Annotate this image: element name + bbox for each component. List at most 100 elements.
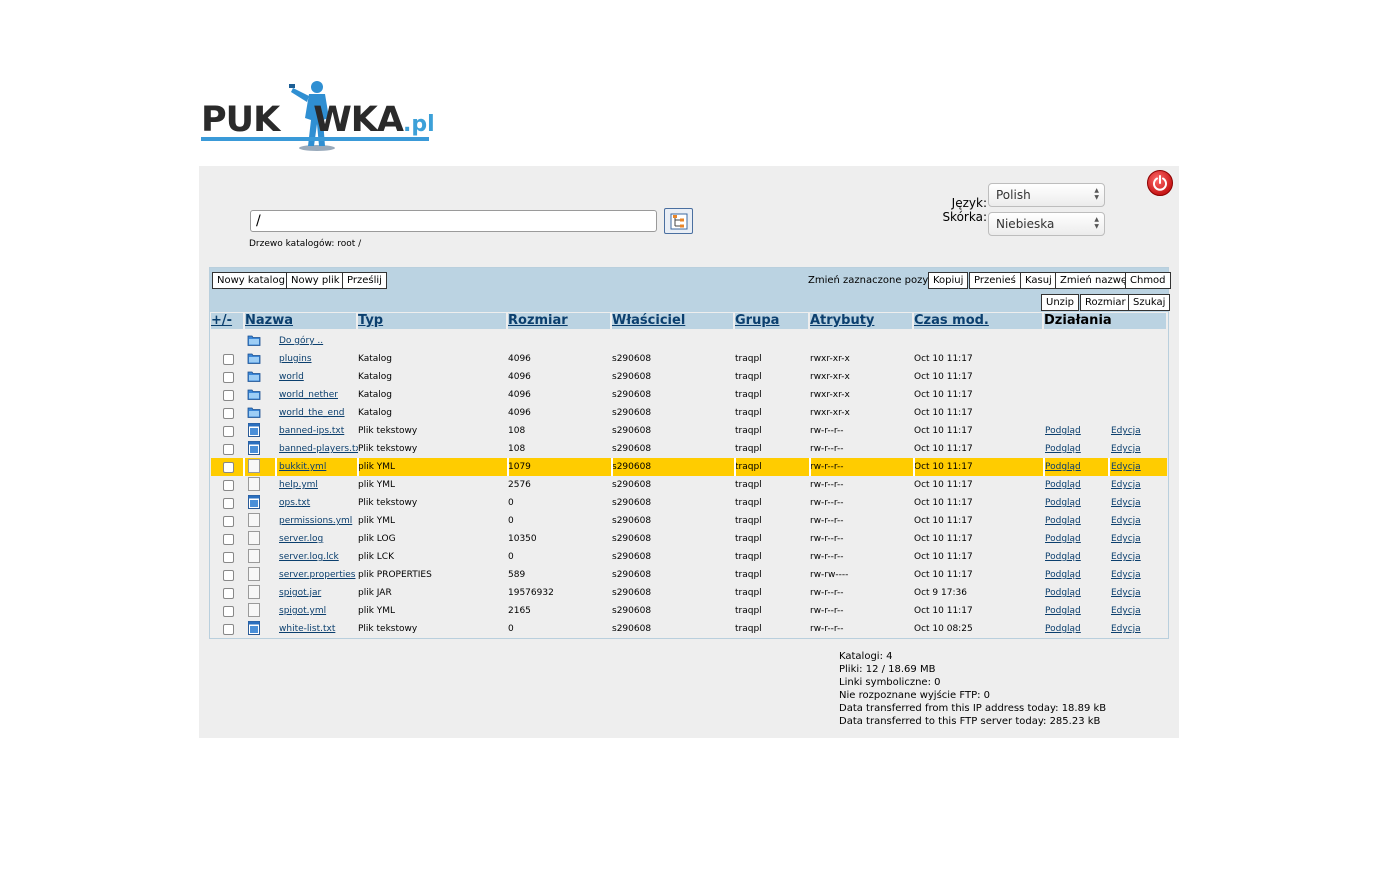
file-name-link[interactable]: world_nether xyxy=(279,390,338,400)
directory-path-input[interactable]: / xyxy=(250,210,657,232)
file-name-link[interactable]: world_the_end xyxy=(279,408,345,418)
row-checkbox[interactable] xyxy=(223,390,234,401)
copy-button[interactable]: Kopiuj xyxy=(928,272,969,289)
sort-name-link[interactable]: Nazwa xyxy=(245,313,293,328)
table-row[interactable]: banned-ips.txt Plik tekstowy 108 s290608 tra… xyxy=(211,422,1167,440)
row-checkbox[interactable] xyxy=(223,426,234,437)
edit-link[interactable]: Edycja xyxy=(1111,462,1141,472)
table-row[interactable]: world_the_end Katalog 4096 s290608 traqpl rwx… xyxy=(211,404,1167,422)
upload-button[interactable]: Prześlij xyxy=(342,272,387,289)
table-row[interactable]: ops.txt Plik tekstowy 0 s290608 traqpl rw-r--… xyxy=(211,494,1167,512)
table-row[interactable]: world Katalog 4096 s290608 traqpl rwxr-xr-x Oc… xyxy=(211,368,1167,386)
row-checkbox[interactable] xyxy=(223,480,234,491)
file-name-link[interactable]: plugins xyxy=(279,354,312,364)
logout-button[interactable] xyxy=(1147,170,1173,196)
header-name[interactable]: Nazwa xyxy=(245,313,356,329)
edit-link[interactable]: Edycja xyxy=(1111,534,1141,544)
view-link[interactable]: Podgląd xyxy=(1045,552,1081,562)
view-link[interactable]: Podgląd xyxy=(1045,624,1081,634)
file-name-link[interactable]: white-list.txt xyxy=(279,624,335,634)
view-link[interactable]: Podgląd xyxy=(1045,426,1081,436)
view-link[interactable]: Podgląd xyxy=(1045,462,1081,472)
file-name-link[interactable]: bukkit.yml xyxy=(279,462,326,472)
table-row[interactable]: help.yml plik YML 2576 s290608 traqpl rw-r--r… xyxy=(211,476,1167,494)
edit-link[interactable]: Edycja xyxy=(1111,426,1141,436)
row-checkbox[interactable] xyxy=(223,570,234,581)
sort-type-link[interactable]: Typ xyxy=(358,313,383,328)
file-name-link[interactable]: server.log xyxy=(279,534,323,544)
sort-attrs-link[interactable]: Atrybuty xyxy=(810,313,874,328)
edit-link[interactable]: Edycja xyxy=(1111,516,1141,526)
file-name-link[interactable]: spigot.jar xyxy=(279,588,321,598)
view-link[interactable]: Podgląd xyxy=(1045,498,1081,508)
edit-link[interactable]: Edycja xyxy=(1111,606,1141,616)
unzip-button[interactable]: Unzip xyxy=(1041,294,1080,311)
sort-group-link[interactable]: Grupa xyxy=(735,313,779,328)
file-name-link[interactable]: banned-players.txt xyxy=(279,444,358,454)
edit-link[interactable]: Edycja xyxy=(1111,624,1141,634)
sort-size-link[interactable]: Rozmiar xyxy=(508,313,568,328)
search-button[interactable]: Szukaj xyxy=(1128,294,1171,311)
file-name-link[interactable]: world xyxy=(279,372,304,382)
up-directory-link[interactable]: Do góry .. xyxy=(279,336,323,346)
row-checkbox[interactable] xyxy=(223,354,234,365)
row-checkbox[interactable] xyxy=(223,444,234,455)
view-link[interactable]: Podgląd xyxy=(1045,606,1081,616)
view-link[interactable]: Podgląd xyxy=(1045,588,1081,598)
header-toggle[interactable]: +/- xyxy=(211,313,243,329)
file-name-link[interactable]: banned-ips.txt xyxy=(279,426,344,436)
size-button[interactable]: Rozmiar xyxy=(1080,294,1131,311)
chmod-button[interactable]: Chmod xyxy=(1125,272,1171,289)
sort-mtime-link[interactable]: Czas mod. xyxy=(914,313,989,328)
directory-tree-button[interactable] xyxy=(664,208,693,234)
new-directory-button[interactable]: Nowy katalog xyxy=(212,272,290,289)
header-owner[interactable]: Właściciel xyxy=(612,313,733,329)
file-name-link[interactable]: permissions.yml xyxy=(279,516,352,526)
file-name-link[interactable]: server.properties xyxy=(279,570,355,580)
skin-select[interactable]: Niebieska ▲ ▼ xyxy=(988,212,1105,236)
table-row[interactable]: server.log plik LOG 10350 s290608 traqpl rw-r… xyxy=(211,530,1167,548)
row-checkbox[interactable] xyxy=(223,624,234,635)
header-type[interactable]: Typ xyxy=(358,313,506,329)
view-link[interactable]: Podgląd xyxy=(1045,444,1081,454)
row-checkbox[interactable] xyxy=(223,498,234,509)
table-row[interactable]: permissions.yml plik YML 0 s290608 traqpl rw-… xyxy=(211,512,1167,530)
file-name-link[interactable]: server.log.lck xyxy=(279,552,339,562)
view-link[interactable]: Podgląd xyxy=(1045,570,1081,580)
header-mtime[interactable]: Czas mod. xyxy=(914,313,1042,329)
table-row[interactable]: bukkit.yml plik YML 1079 s290608 traqpl rw-r-… xyxy=(211,458,1167,476)
new-file-button[interactable]: Nowy plik xyxy=(286,272,345,289)
tree-root-link[interactable]: root xyxy=(337,239,355,249)
row-checkbox[interactable] xyxy=(223,516,234,527)
table-row[interactable]: server.log.lck plik LCK 0 s290608 traqpl rw-r… xyxy=(211,548,1167,566)
view-link[interactable]: Podgląd xyxy=(1045,480,1081,490)
table-row[interactable]: spigot.jar plik JAR 19576932 s290608 traqpl r… xyxy=(211,584,1167,602)
delete-button[interactable]: Kasuj xyxy=(1020,272,1057,289)
table-row[interactable]: server.properties plik PROPERTIES 589 s2906… xyxy=(211,566,1167,584)
row-checkbox[interactable] xyxy=(223,372,234,383)
view-link[interactable]: Podgląd xyxy=(1045,534,1081,544)
table-row[interactable]: banned-players.txt Plik tekstowy 108 s29060… xyxy=(211,440,1167,458)
table-row[interactable]: world_nether Katalog 4096 s290608 traqpl rwxr… xyxy=(211,386,1167,404)
edit-link[interactable]: Edycja xyxy=(1111,552,1141,562)
view-link[interactable]: Podgląd xyxy=(1045,516,1081,526)
edit-link[interactable]: Edycja xyxy=(1111,588,1141,598)
header-group[interactable]: Grupa xyxy=(735,313,808,329)
sort-owner-link[interactable]: Właściciel xyxy=(612,313,685,328)
table-row[interactable]: spigot.yml plik YML 2165 s290608 traqpl rw-r-… xyxy=(211,602,1167,620)
header-attrs[interactable]: Atrybuty xyxy=(810,313,912,329)
edit-link[interactable]: Edycja xyxy=(1111,480,1141,490)
edit-link[interactable]: Edycja xyxy=(1111,444,1141,454)
table-row[interactable]: plugins Katalog 4096 s290608 traqpl rwxr-xr-x… xyxy=(211,350,1167,368)
file-name-link[interactable]: ops.txt xyxy=(279,498,310,508)
language-select[interactable]: Polish ▲ ▼ xyxy=(988,183,1105,207)
header-size[interactable]: Rozmiar xyxy=(508,313,610,329)
edit-link[interactable]: Edycja xyxy=(1111,570,1141,580)
toggle-all-link[interactable]: +/- xyxy=(211,313,232,328)
row-checkbox[interactable] xyxy=(223,552,234,563)
table-row[interactable]: white-list.txt Plik tekstowy 0 s290608 traqp… xyxy=(211,620,1167,638)
edit-link[interactable]: Edycja xyxy=(1111,498,1141,508)
row-checkbox[interactable] xyxy=(223,606,234,617)
file-name-link[interactable]: help.yml xyxy=(279,480,318,490)
row-checkbox[interactable] xyxy=(223,462,234,473)
